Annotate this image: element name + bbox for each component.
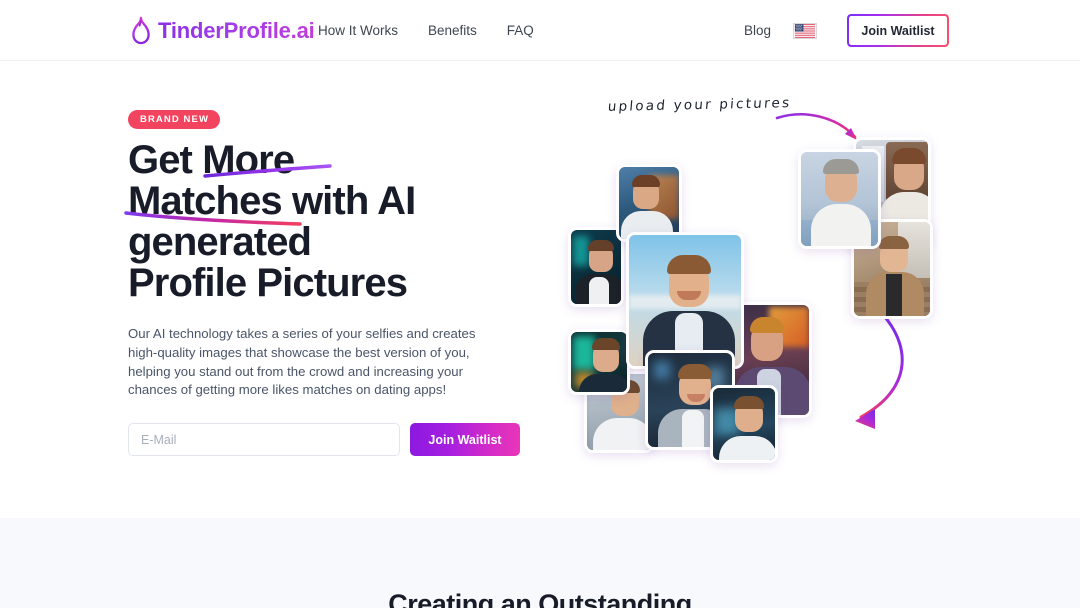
hero-section: BRAND NEW Get More Matches with AI gener… [0, 61, 1080, 518]
hero-copy: BRAND NEW Get More Matches with AI gener… [124, 109, 528, 457]
upload-photo-2 [798, 149, 881, 249]
waitlist-form: Join Waitlist [128, 423, 528, 457]
landing-page: TinderProfile.ai How It Works Benefits F… [0, 0, 1080, 608]
header-join-waitlist-label: Join Waitlist [861, 23, 935, 38]
headline-line-4: Profile Pictures [128, 261, 408, 305]
brand-name: TinderProfile.ai [158, 17, 315, 43]
status-badge: BRAND NEW [128, 110, 221, 129]
us-flag-glyph [793, 22, 817, 39]
header-actions: Blog Join Waitlist [744, 0, 1080, 61]
features-section: Creating an Outstanding [0, 518, 1080, 608]
email-input[interactable] [128, 423, 400, 457]
hero-join-waitlist-label: Join Waitlist [428, 432, 502, 447]
result-photo-1 [616, 164, 682, 242]
nav-item-faq[interactable]: FAQ [507, 23, 534, 38]
page-title: Get More Matches with AI generated Profi… [124, 140, 528, 305]
hero-illustration: upload your pictures [560, 89, 980, 489]
result-photo-2 [568, 227, 624, 307]
us-flag-icon[interactable] [793, 22, 817, 39]
header-join-waitlist-button[interactable]: Join Waitlist [847, 14, 949, 47]
hero-description: Our AI technology takes a series of your… [128, 326, 476, 398]
headline-line-3: generated [128, 220, 312, 264]
main-nav: How It Works Benefits FAQ [318, 0, 534, 61]
nav-item-how-it-works[interactable]: How It Works [318, 23, 398, 38]
headline-line-1: Get More [128, 140, 528, 181]
nav-item-blog[interactable]: Blog [744, 23, 771, 38]
arrow-to-results-icon [855, 315, 904, 429]
site-header: TinderProfile.ai How It Works Benefits F… [0, 0, 1080, 61]
result-photo-3 [568, 329, 630, 395]
result-photo-main [626, 232, 744, 369]
flame-icon [132, 16, 150, 45]
brand-logo[interactable]: TinderProfile.ai [131, 16, 315, 45]
art-caption: upload your pictures [607, 95, 792, 115]
result-photo-7 [710, 385, 778, 463]
features-section-title: Creating an Outstanding [388, 589, 692, 608]
headline-line-2: Matches with AI [124, 181, 528, 226]
nav-item-benefits[interactable]: Benefits [428, 23, 477, 38]
hero-join-waitlist-button[interactable]: Join Waitlist [410, 423, 520, 457]
